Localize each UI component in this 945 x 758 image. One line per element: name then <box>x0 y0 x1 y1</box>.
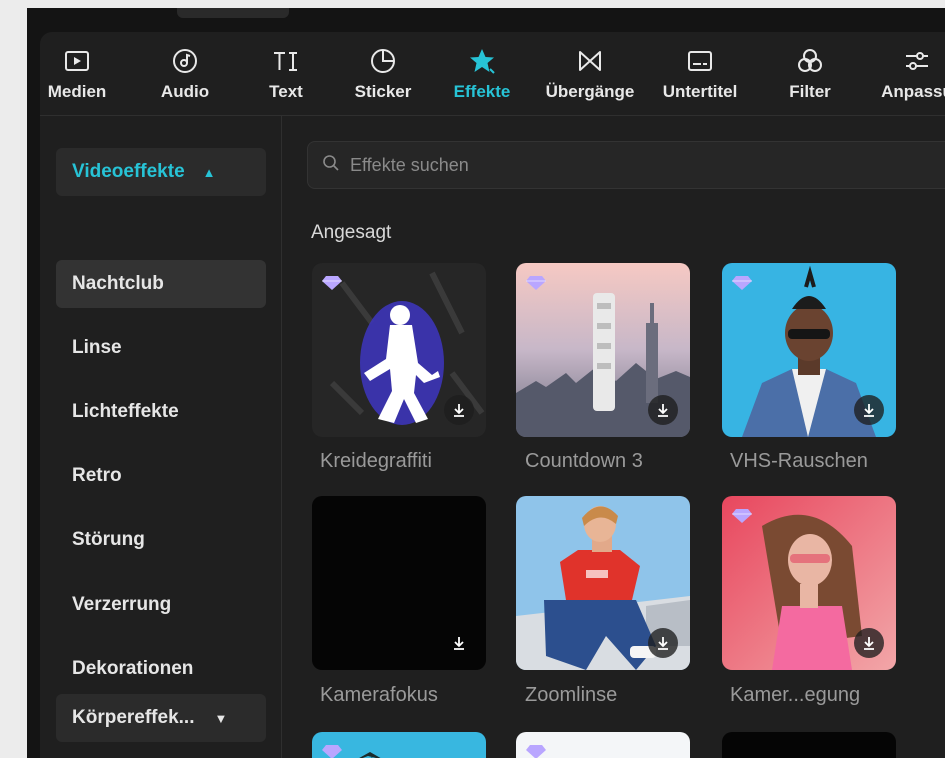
sidebar-item-label: Lichteffekte <box>72 401 179 422</box>
download-icon[interactable] <box>648 395 678 425</box>
search-input[interactable] <box>350 154 850 176</box>
search-bar <box>307 141 945 189</box>
tab-audio[interactable]: Audio <box>140 44 230 110</box>
tab-label: Filter <box>789 82 831 101</box>
sidebar-item-label: Nachtclub <box>72 273 164 294</box>
premium-gem-icon <box>322 275 342 291</box>
effect-name: Kreidegraffiti <box>320 450 432 472</box>
tab-text[interactable]: Text <box>241 44 331 110</box>
download-icon[interactable] <box>648 628 678 658</box>
section-title: Angesagt <box>311 222 392 243</box>
effect-card[interactable] <box>722 496 896 670</box>
effect-card-partial[interactable] <box>312 732 486 758</box>
tab-label: Medien <box>47 82 107 101</box>
effect-name: Kamerafokus <box>320 684 438 706</box>
sidebar-item-linse[interactable]: Linse <box>56 324 266 372</box>
category-label: Körpereffek... <box>72 707 195 728</box>
effects-star-icon <box>466 44 498 78</box>
tab-label: Text <box>269 82 303 101</box>
tab-label: Audio <box>160 82 210 101</box>
effect-card[interactable] <box>516 496 690 670</box>
app-window: Medien Audio Text Sticker Effekte Übergä… <box>27 8 945 758</box>
search-icon <box>322 154 340 177</box>
effect-card[interactable] <box>312 263 486 437</box>
tab-label: Anpassu <box>881 82 945 101</box>
tab-sticker[interactable]: Sticker <box>338 44 428 110</box>
download-icon[interactable] <box>854 395 884 425</box>
download-icon[interactable] <box>444 628 474 658</box>
subtitles-icon <box>684 44 716 78</box>
tab-label: Übergänge <box>545 82 635 101</box>
premium-gem-icon <box>732 508 752 524</box>
tab-label: Effekte <box>453 82 511 101</box>
effect-name: VHS-Rauschen <box>730 450 868 472</box>
sticker-icon <box>367 44 399 78</box>
text-icon <box>270 44 302 78</box>
sidebar-item-label: Störung <box>72 529 145 550</box>
effect-name: Kamer...egung <box>730 684 861 706</box>
sidebar-item-label: Retro <box>72 465 122 486</box>
category-videoeffekte[interactable]: Videoeffekte ▲ <box>56 148 266 196</box>
media-panel: Medien Audio Text Sticker Effekte Übergä… <box>40 32 945 758</box>
effect-card-partial[interactable] <box>516 732 690 758</box>
premium-gem-icon <box>732 275 752 291</box>
chevron-down-icon: ▼ <box>214 710 228 726</box>
sidebar-item-label: Linse <box>72 337 122 358</box>
tab-untertitel[interactable]: Untertitel <box>655 44 745 110</box>
adjust-icon <box>901 44 933 78</box>
effect-card[interactable] <box>516 263 690 437</box>
sidebar-item-dekorationen[interactable]: Dekorationen <box>56 645 266 693</box>
filter-icon <box>794 44 826 78</box>
effect-name: Countdown 3 <box>525 450 643 472</box>
premium-gem-icon <box>526 744 546 758</box>
tool-tabs: Medien Audio Text Sticker Effekte Übergä… <box>40 32 945 116</box>
sidebar-item-nachtclub[interactable]: Nachtclub <box>56 260 266 308</box>
transitions-icon <box>574 44 606 78</box>
category-label: Videoeffekte <box>72 161 185 182</box>
tab-effekte[interactable]: Effekte <box>437 44 527 110</box>
media-icon <box>61 44 93 78</box>
sidebar-item-stoerung[interactable]: Störung <box>56 516 266 564</box>
premium-gem-icon <box>322 744 342 758</box>
effect-card[interactable] <box>312 496 486 670</box>
tab-filter[interactable]: Filter <box>765 44 855 110</box>
sidebar-item-label: Dekorationen <box>72 658 194 679</box>
effect-card[interactable] <box>722 263 896 437</box>
audio-icon <box>169 44 201 78</box>
effect-card-partial[interactable] <box>722 732 896 758</box>
sidebar-item-lichteffekte[interactable]: Lichteffekte <box>56 388 266 436</box>
tab-label: Sticker <box>354 82 412 101</box>
effect-name: Zoomlinse <box>525 684 618 706</box>
window-tab-stub <box>177 8 289 18</box>
effect-thumbnail <box>722 732 896 758</box>
sidebar-item-retro[interactable]: Retro <box>56 452 266 500</box>
effects-sidebar: Videoeffekte ▲ Nachtclub Linse Lichteffe… <box>40 116 282 758</box>
chevron-up-icon: ▲ <box>202 164 216 180</box>
premium-gem-icon <box>526 275 546 291</box>
sidebar-item-label: Verzerrung <box>72 594 172 615</box>
tab-anpassen[interactable]: Anpassu <box>872 44 945 110</box>
download-icon[interactable] <box>854 628 884 658</box>
tab-label: Untertitel <box>662 82 738 101</box>
category-koerpereffekte[interactable]: Körpereffek... ▼ <box>56 694 266 742</box>
tab-medien[interactable]: Medien <box>40 44 122 110</box>
sidebar-item-verzerrung[interactable]: Verzerrung <box>56 581 266 629</box>
tab-uebergaenge[interactable]: Übergänge <box>545 44 635 110</box>
download-icon[interactable] <box>444 395 474 425</box>
